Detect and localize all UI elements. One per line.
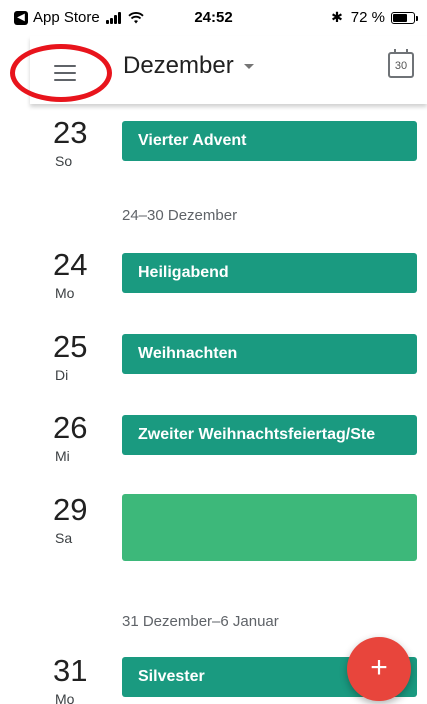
bluetooth-icon: ✱	[331, 9, 343, 25]
event-chip[interactable]: Zweiter Weihnachtsfeiertag/Ste	[122, 415, 417, 455]
day-weekday: Sa	[55, 530, 73, 546]
battery-fill	[393, 13, 408, 22]
status-right: ✱ 72 %	[331, 9, 418, 26]
menu-button[interactable]	[10, 44, 112, 102]
dropdown-caret-icon[interactable]	[243, 63, 254, 69]
week-header: 24–30 Dezember	[122, 207, 238, 224]
month-selector[interactable]: Dezember	[123, 52, 254, 80]
week-header: 31 Dezember–6 Januar	[122, 613, 279, 630]
event-chip[interactable]: Weihnachten	[122, 334, 417, 374]
day-number[interactable]: 24	[53, 249, 87, 280]
today-calendar-icon[interactable]: 30	[388, 49, 414, 78]
day-number[interactable]: 29	[53, 494, 87, 525]
day-weekday: Mi	[55, 448, 70, 464]
status-bar: ◀ App Store 24:52 ✱ 72 %	[0, 0, 427, 36]
calendar-screen: ◀ App Store 24:52 ✱ 72 % Dezember 30 23 …	[0, 0, 427, 704]
day-number[interactable]: 25	[53, 331, 87, 362]
day-weekday: Di	[55, 367, 69, 383]
battery-icon	[391, 11, 418, 24]
day-number[interactable]: 26	[53, 412, 87, 443]
day-weekday: So	[55, 153, 73, 169]
hamburger-icon[interactable]	[54, 65, 76, 86]
day-weekday: Mo	[55, 285, 75, 301]
day-weekday: Mo	[55, 691, 75, 704]
add-event-button[interactable]: +	[347, 637, 411, 701]
battery-percent: 72 %	[350, 9, 385, 26]
event-chip[interactable]: Heiligabend	[122, 253, 417, 293]
day-number[interactable]: 23	[53, 117, 87, 148]
plus-icon: +	[370, 651, 388, 684]
month-title[interactable]: Dezember	[123, 52, 234, 80]
event-chip[interactable]	[122, 494, 417, 561]
day-number[interactable]: 31	[53, 655, 87, 686]
event-chip[interactable]: Vierter Advent	[122, 121, 417, 161]
